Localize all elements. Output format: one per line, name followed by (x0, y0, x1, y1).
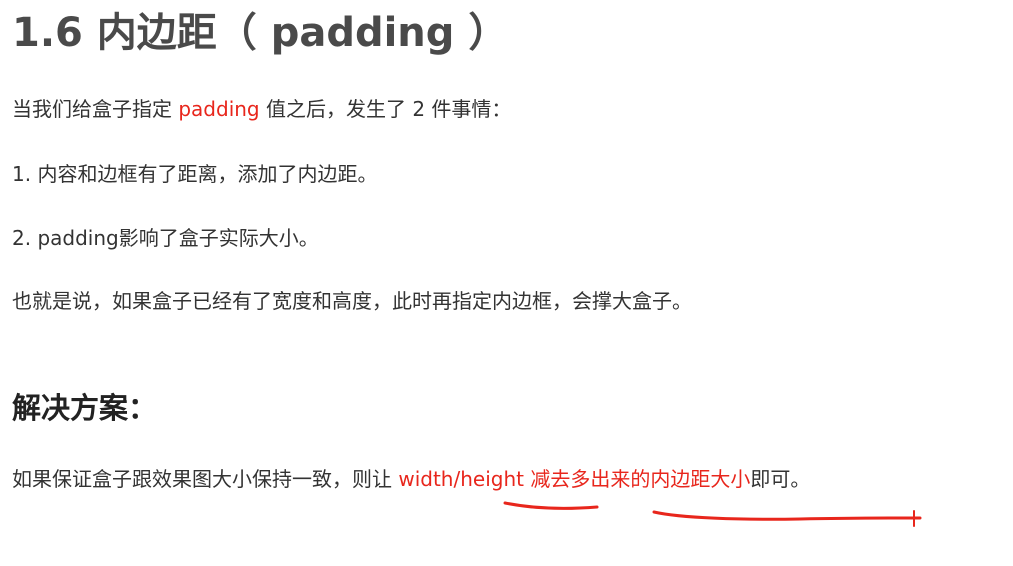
solution-highlight-code: width/height (398, 467, 524, 491)
intro-paragraph: 当我们给盒子指定 padding 值之后，发生了 2 件事情： (12, 95, 511, 123)
section-title: 1.6 内边距（ padding ） (12, 10, 509, 56)
underline-stroke-2 (652, 510, 922, 521)
list-item-2: 2. padding影响了盒子实际大小。 (12, 226, 319, 250)
underline-stroke-1 (503, 501, 599, 510)
solution-paragraph: 如果保证盒子跟效果图大小保持一致，则让 width/height 减去多出来的内… (12, 465, 810, 493)
document-page: 1.6 内边距（ padding ） 当我们给盒子指定 padding 值之后，… (0, 0, 1013, 566)
list-item-1: 1. 内容和边框有了距离，添加了内边距。 (12, 162, 378, 186)
padding-keyword: padding (178, 97, 260, 121)
solution-text-after: 即可。 (750, 467, 811, 491)
intro-text-after: 值之后，发生了 2 件事情： (259, 97, 512, 121)
solution-text-before: 如果保证盒子跟效果图大小保持一致，则让 (12, 467, 399, 491)
summary-paragraph: 也就是说，如果盒子已经有了宽度和高度，此时再指定内边框，会撑大盒子。 (12, 289, 692, 313)
solution-heading: 解决方案： (12, 391, 158, 425)
solution-highlight-text: 减去多出来的内边距大小 (523, 467, 751, 491)
intro-text-before: 当我们给盒子指定 (12, 97, 179, 121)
